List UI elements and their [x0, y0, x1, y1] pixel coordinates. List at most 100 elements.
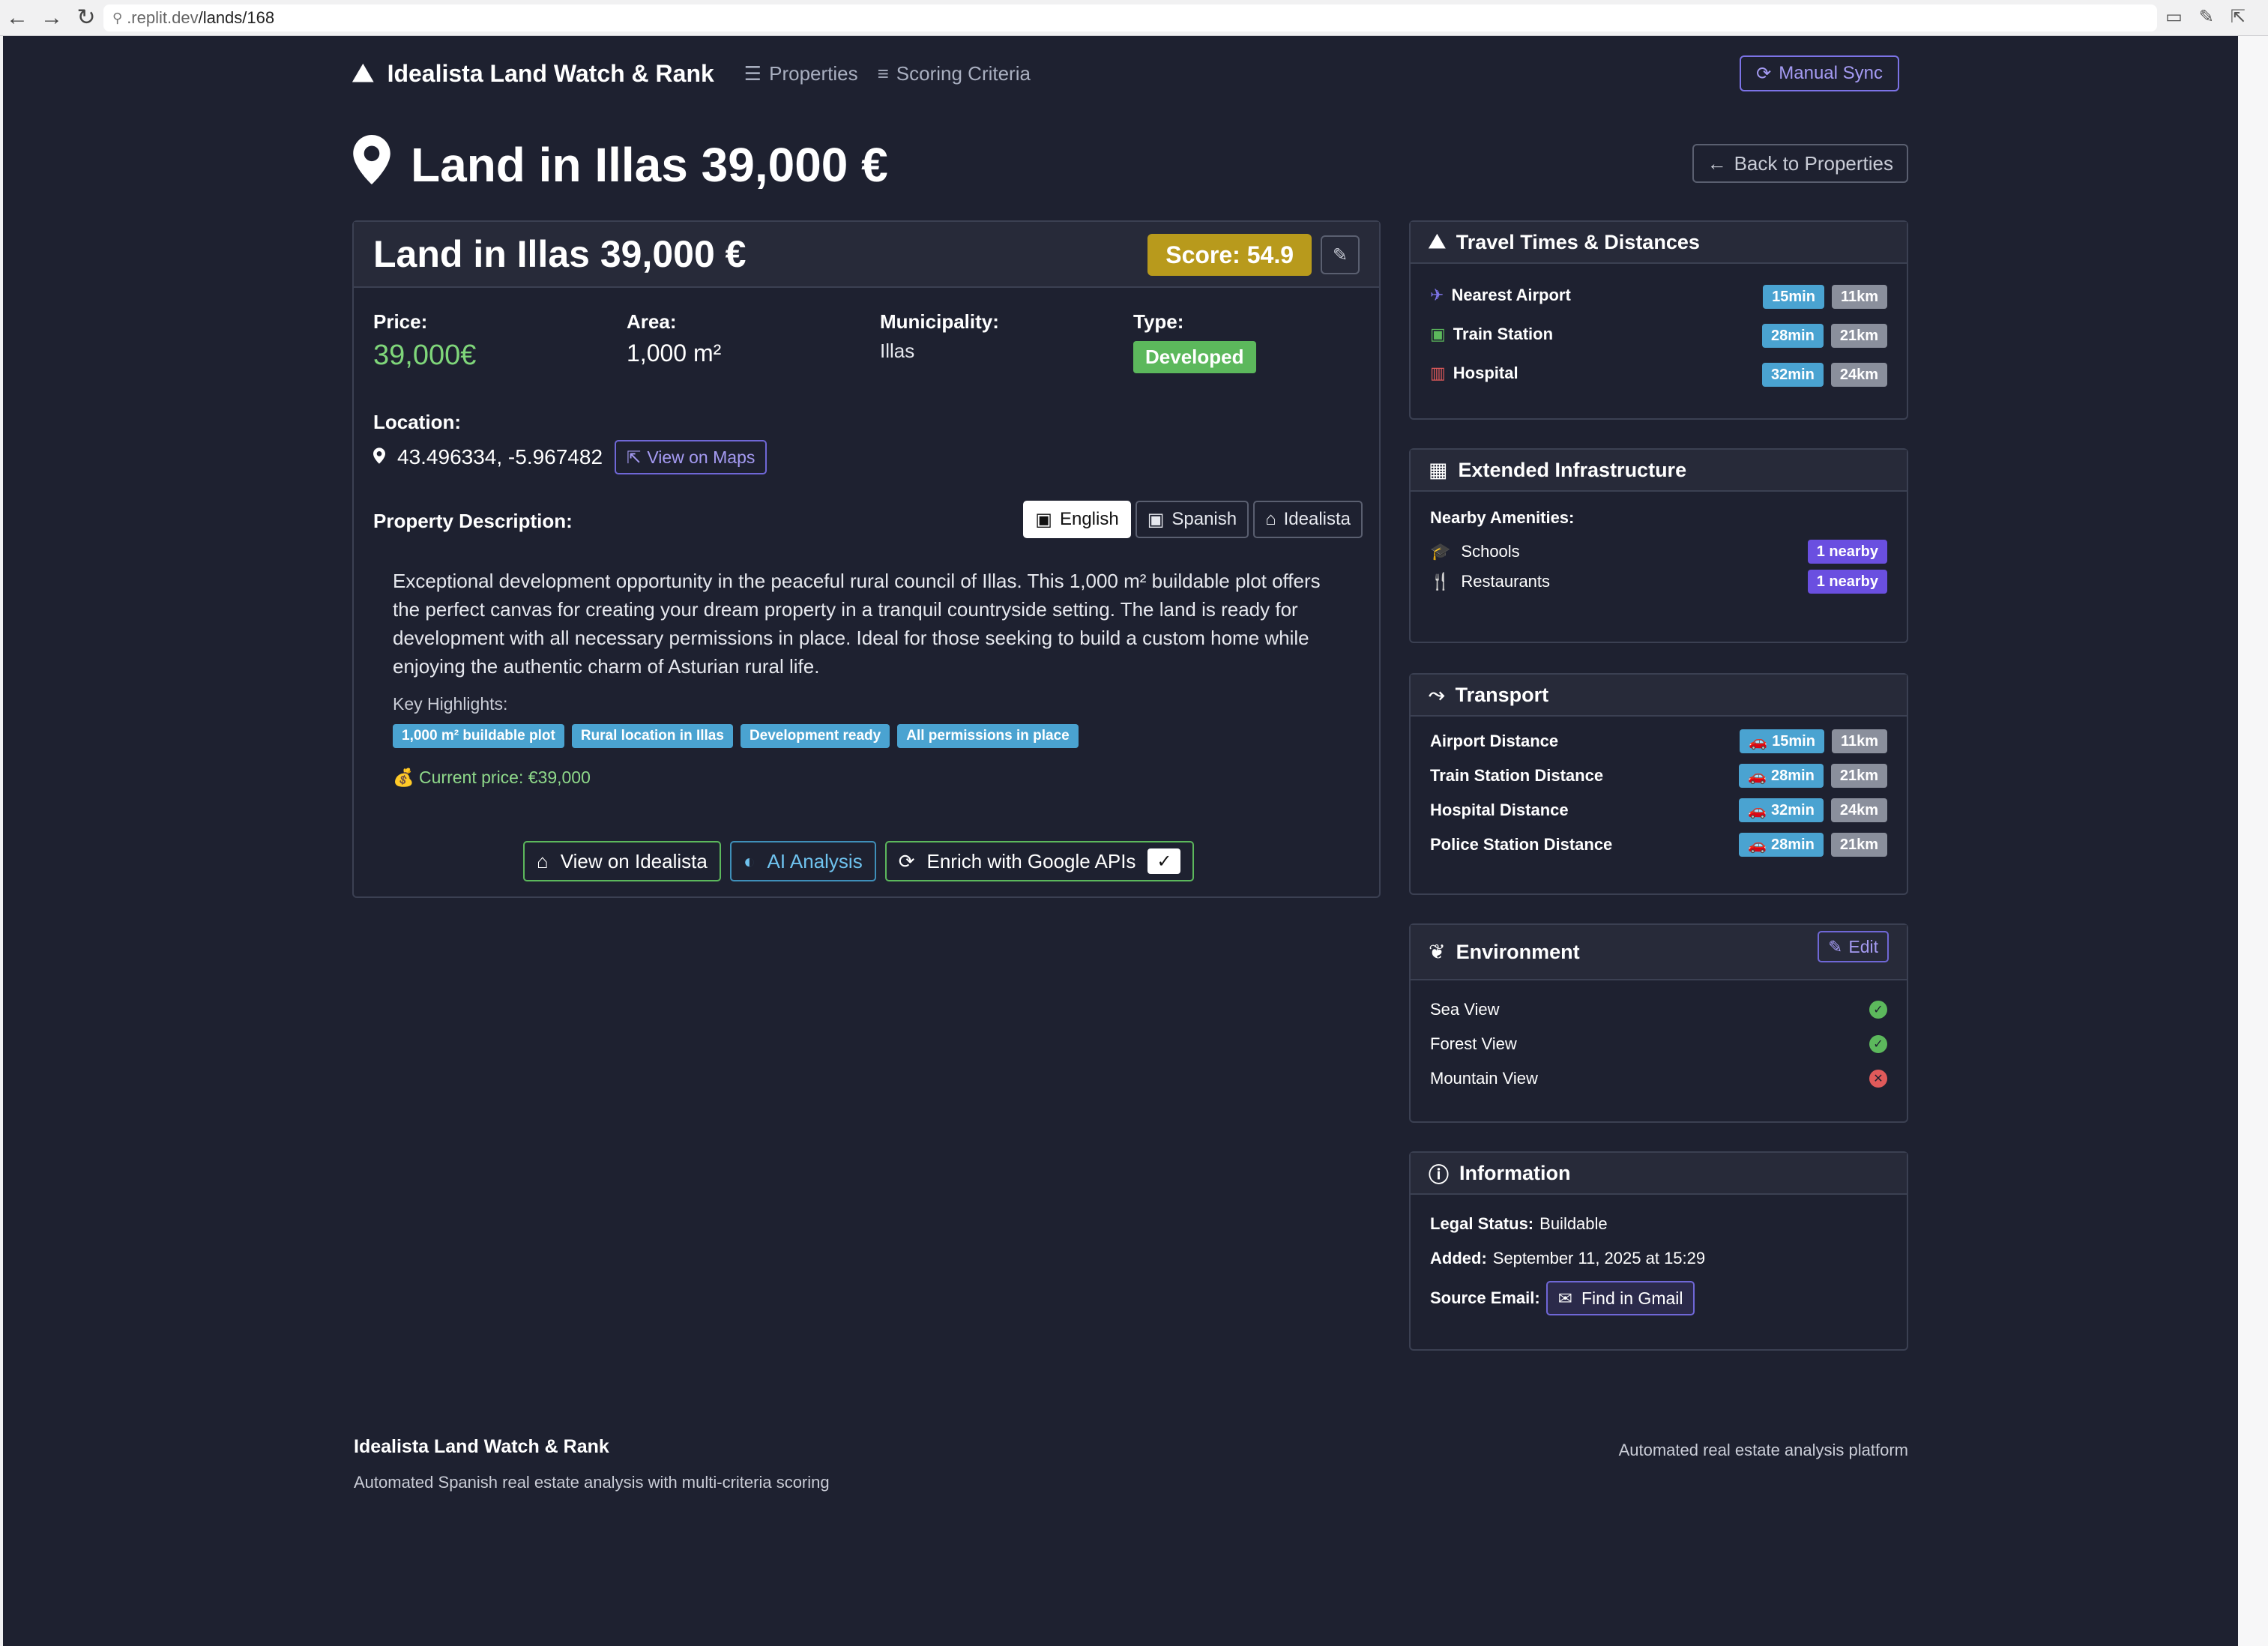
information-header: ⓘ Information — [1411, 1153, 1907, 1195]
highlight-tag: Rural location in Illas — [571, 724, 733, 748]
map-icon: ⛰ — [352, 58, 374, 88]
score-badge: Score: 54.9 — [1147, 234, 1312, 276]
sync-icon: ⟳ — [1756, 63, 1772, 84]
type-badge: Developed — [1133, 341, 1256, 373]
current-price-text: Current price: €39,000 — [419, 768, 591, 787]
ai-analysis-button[interactable]: ◐ AI Analysis — [729, 841, 876, 881]
time-pill: 🚗 28min — [1739, 764, 1824, 788]
amenity-label: Schools — [1461, 542, 1520, 561]
nav-properties[interactable]: ☰ Properties — [744, 62, 858, 85]
time-pill: 32min — [1762, 363, 1824, 387]
graduation-cap-icon: 🎓 — [1430, 542, 1451, 561]
building-icon: ▦ — [1429, 458, 1448, 481]
manual-sync-button[interactable]: ⟳ Manual Sync — [1740, 55, 1899, 91]
tab-idealista[interactable]: ⌂ Idealista — [1253, 501, 1363, 538]
travel-row-airport: ✈ Nearest Airport 15min 11km — [1430, 276, 1887, 315]
view-on-maps-button[interactable]: ⇱ View on Maps — [615, 440, 767, 474]
x-circle-icon: ✕ — [1869, 1070, 1887, 1088]
transport-row: Airport Distance 🚗 15min 11km — [1430, 724, 1887, 759]
back-label: Back to Properties — [1734, 151, 1893, 175]
external-link-icon[interactable]: ⇱ — [2231, 6, 2246, 28]
page-header: Land in Illas 39,000 € ← Back to Propert… — [352, 134, 1908, 196]
window-side-panel — [2238, 36, 2268, 1646]
distance-pill: 11km — [1831, 729, 1887, 753]
find-in-gmail-button[interactable]: ✉ Find in Gmail — [1545, 1281, 1695, 1315]
source-email-row: Source Email: ✉ Find in Gmail — [1430, 1276, 1887, 1321]
browser-toolbar: ← → ↻ ⚲ .replit.dev/lands/168 ▭ ✎ ⇱ — [0, 0, 2268, 36]
home-icon: ⌂ — [537, 849, 549, 872]
municipality-value: Illas — [880, 340, 915, 362]
info-icon: ⓘ — [1429, 1163, 1449, 1187]
env-label: Mountain View — [1430, 1069, 1538, 1088]
enrich-google-button[interactable]: ⟳ Enrich with Google APIs ✓ — [884, 841, 1195, 881]
brand[interactable]: ⛰ Idealista Land Watch & Rank — [352, 59, 714, 88]
home-icon: ⌂ — [1265, 509, 1276, 529]
envelope-icon: ✉ — [1557, 1288, 1572, 1308]
property-facts: Price: 39,000€ Area: 1,000 m² Municipali… — [373, 310, 1363, 393]
tab-english-label: English — [1059, 509, 1119, 529]
amenity-row-restaurants: 🍴 Restaurants 1 nearby — [1430, 567, 1887, 597]
car-icon: 🚗 — [1748, 836, 1767, 854]
device-icon[interactable]: ▭ — [2165, 6, 2183, 28]
transport-row-label: Police Station Distance — [1430, 835, 1613, 854]
plane-icon: ✈ — [1430, 286, 1444, 304]
language-tabs: ▣ English ▣ Spanish ⌂ Idealista — [1023, 501, 1363, 538]
distance-pill: 21km — [1830, 764, 1887, 788]
type-label: Type: — [1133, 310, 1184, 333]
environment-edit-button[interactable]: ✎ Edit — [1818, 931, 1889, 962]
distance-pill: 24km — [1830, 798, 1887, 822]
view-on-idealista-button[interactable]: ⌂ View on Idealista — [523, 841, 721, 881]
tab-spanish-label: Spanish — [1171, 509, 1237, 529]
amenity-row-schools: 🎓 Schools 1 nearby — [1430, 537, 1887, 567]
tab-spanish[interactable]: ▣ Spanish — [1135, 501, 1249, 538]
brain-icon: ◐ — [743, 849, 756, 872]
brand-title: Idealista Land Watch & Rank — [387, 59, 714, 87]
nav-scoring-label: Scoring Criteria — [896, 61, 1031, 85]
wrench-icon[interactable]: ✎ — [2199, 6, 2214, 28]
time-pill: 🚗 15min — [1740, 729, 1824, 753]
amenities-subtitle: Nearby Amenities: — [1430, 508, 1575, 527]
location-section: Location: 43.496334, -5.967482 ⇱ View on… — [373, 411, 767, 474]
arrow-left-icon: ← — [1707, 151, 1727, 175]
car-icon: 🚗 — [1748, 768, 1767, 785]
utensils-icon: 🍴 — [1430, 572, 1451, 591]
location-pin-icon — [352, 134, 391, 196]
nav-scoring-criteria[interactable]: ≡ Scoring Criteria — [878, 62, 1031, 85]
property-description: Exceptional development opportunity in t… — [393, 570, 1321, 678]
municipality-fact: Municipality: Illas — [880, 310, 999, 363]
edit-property-button[interactable]: ✎ — [1321, 235, 1360, 274]
train-icon: ▣ — [1430, 325, 1446, 343]
highlight-tag: All permissions in place — [897, 724, 1079, 748]
env-label: Sea View — [1430, 1000, 1500, 1019]
url-host: .replit.dev — [127, 8, 199, 27]
property-card: Land in Illas 39,000 € Score: 54.9 ✎ Pri… — [352, 220, 1381, 898]
source-label: Source Email: — [1430, 1288, 1540, 1307]
footer-title: Idealista Land Watch & Rank — [354, 1436, 609, 1457]
type-fact: Type: Developed — [1133, 310, 1256, 373]
map-icon: ⛰ — [1429, 230, 1446, 253]
forward-arrow-icon[interactable]: → — [34, 0, 69, 36]
tab-english[interactable]: ▣ English — [1023, 501, 1131, 538]
time-pill: 28min — [1762, 324, 1824, 348]
time-value: 15min — [1772, 732, 1815, 750]
address-bar[interactable]: ⚲ .replit.dev/lands/168 — [103, 4, 2157, 31]
footer-right: Automated real estate analysis platform — [1618, 1441, 1908, 1459]
travel-row-train: ▣ Train Station 28min 21km — [1430, 315, 1887, 354]
back-to-properties-button[interactable]: ← Back to Properties — [1692, 144, 1908, 183]
view-on-idealista-label: View on Idealista — [560, 849, 708, 872]
list-icon: ☰ — [744, 61, 762, 85]
distance-pill: 11km — [1831, 285, 1887, 309]
check-circle-icon: ✓ — [1869, 1035, 1887, 1053]
travel-times-header: ⛰ Travel Times & Distances — [1411, 222, 1907, 264]
description-label: Property Description: — [373, 510, 573, 532]
amenity-label: Restaurants — [1461, 572, 1551, 591]
environment-header: ❦ Environment ✎ Edit — [1411, 925, 1907, 980]
price-fact: Price: 39,000€ — [373, 310, 476, 372]
key-highlights-label: Key Highlights: — [393, 694, 508, 714]
transport-row-label: Train Station Distance — [1430, 766, 1604, 785]
nav-properties-label: Properties — [769, 61, 858, 85]
back-arrow-icon[interactable]: ← — [0, 0, 34, 36]
location-label: Location: — [373, 411, 461, 433]
price-label: Price: — [373, 310, 428, 333]
reload-icon[interactable]: ↻ — [69, 0, 103, 36]
